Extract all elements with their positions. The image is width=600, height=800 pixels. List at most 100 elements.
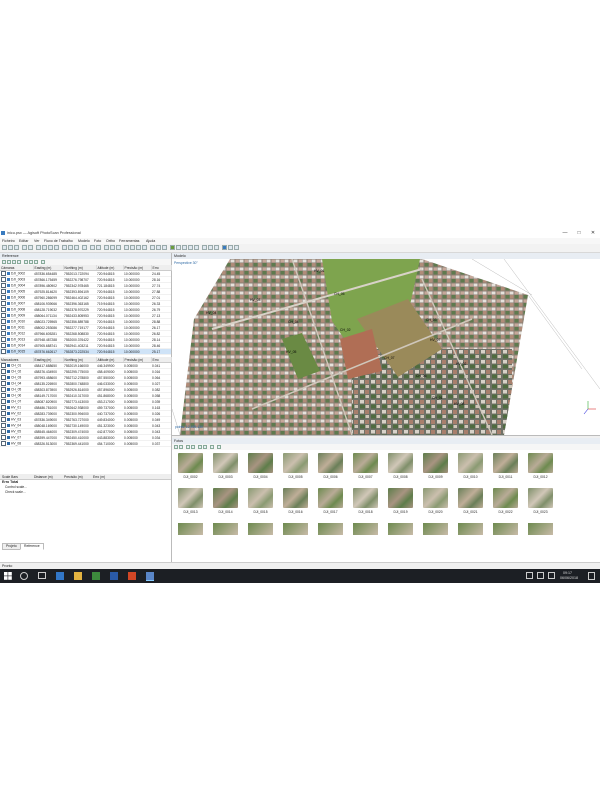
photo-thumbnail[interactable]: DJI_0006 xyxy=(316,453,345,480)
point-cloud-icon[interactable] xyxy=(124,245,129,250)
resize-region-icon[interactable] xyxy=(68,245,73,250)
menu-ortho[interactable]: Ortho xyxy=(106,239,115,243)
photo-thumbnail[interactable]: DJI_0018 xyxy=(351,488,380,515)
row-checkbox[interactable] xyxy=(1,381,6,386)
menu-tools[interactable]: Ferramentas xyxy=(119,239,139,243)
new-icon[interactable] xyxy=(2,245,7,250)
reset-view-icon[interactable] xyxy=(116,245,121,250)
menu-help[interactable]: Ajuda xyxy=(146,239,155,243)
marker-label[interactable]: CH_03 xyxy=(426,318,437,322)
photo-thumbnail-partial[interactable] xyxy=(248,523,273,535)
row-checkbox[interactable] xyxy=(1,387,6,392)
row-checkbox[interactable] xyxy=(1,363,6,368)
row-checkbox[interactable] xyxy=(1,417,6,422)
disable-icon[interactable] xyxy=(203,445,207,449)
photo-thumbnail[interactable]: DJI_0022 xyxy=(491,488,520,515)
photo-thumbnail[interactable]: DJI_0014 xyxy=(211,488,240,515)
chrome-icon[interactable] xyxy=(128,572,136,580)
row-checkbox[interactable] xyxy=(1,441,6,446)
green-marker-icon[interactable] xyxy=(170,245,175,250)
row-checkbox[interactable] xyxy=(1,283,6,288)
marker-label[interactable]: CH_07 xyxy=(384,356,395,360)
row-checkbox[interactable] xyxy=(1,423,6,428)
photo-thumbnail[interactable]: DJI_0003 xyxy=(211,453,240,480)
maximize-button[interactable]: □ xyxy=(574,230,584,237)
start-icon[interactable] xyxy=(4,572,12,580)
marker-row[interactable]: HV_08 458326.513000 7552369.441000 454.7100… xyxy=(0,440,171,447)
circle-select-icon[interactable] xyxy=(48,245,53,250)
row-checkbox[interactable] xyxy=(1,393,6,398)
view-errors-icon[interactable] xyxy=(34,260,38,264)
photo-thumbnail-partial[interactable] xyxy=(283,523,308,535)
close-button[interactable]: ✕ xyxy=(588,230,598,237)
row-checkbox[interactable] xyxy=(1,319,6,324)
check-scale-row[interactable]: Check scale... xyxy=(5,490,26,494)
photo-thumbnail[interactable]: DJI_0007 xyxy=(351,453,380,480)
row-checkbox[interactable] xyxy=(1,289,6,294)
crop-icon[interactable] xyxy=(96,245,101,250)
photo-thumbnail[interactable]: DJI_0013 xyxy=(176,488,205,515)
row-checkbox[interactable] xyxy=(1,349,6,354)
photo-thumbnail[interactable]: DJI_0017 xyxy=(316,488,345,515)
marker-label[interactable]: HV_08 xyxy=(454,402,464,406)
marker-label[interactable]: HV_07 xyxy=(430,338,440,342)
marker-label[interactable]: CH_02 xyxy=(340,328,351,332)
shaded-icon[interactable] xyxy=(228,245,233,250)
edge-icon[interactable] xyxy=(56,572,64,580)
row-checkbox[interactable] xyxy=(1,295,6,300)
menu-file[interactable]: Ficheiro xyxy=(2,239,15,243)
export-icon[interactable] xyxy=(7,260,11,264)
marker-label[interactable]: CH_01 xyxy=(432,396,443,400)
show-grid-icon[interactable] xyxy=(214,245,219,250)
row-checkbox[interactable] xyxy=(1,435,6,440)
menu-workflow[interactable]: Fluxo de Trabalho xyxy=(44,239,73,243)
row-checkbox[interactable] xyxy=(1,325,6,330)
photo-thumbnail[interactable]: DJI_0009 xyxy=(421,453,450,480)
photo-thumbnail[interactable]: DJI_0011 xyxy=(491,453,520,480)
photo-thumbnail[interactable]: DJI_0012 xyxy=(526,453,555,480)
ruler-icon[interactable] xyxy=(82,245,87,250)
row-checkbox[interactable] xyxy=(1,405,6,410)
row-checkbox[interactable] xyxy=(1,331,6,336)
file-explorer-icon[interactable] xyxy=(74,572,82,580)
show-info-icon[interactable] xyxy=(208,245,213,250)
photo-thumbnail[interactable]: DJI_0023 xyxy=(526,488,555,515)
model-viewport[interactable]: HV_01 CH_05 HV_03 HV_04 CH_04 CH_02 HV_0… xyxy=(172,259,600,435)
settings-icon[interactable] xyxy=(41,260,45,264)
show-trackball-icon[interactable] xyxy=(202,245,207,250)
navigation-icon[interactable] xyxy=(36,245,41,250)
volume-icon[interactable] xyxy=(537,572,544,579)
view-source-icon[interactable] xyxy=(24,260,28,264)
show-markers-icon[interactable] xyxy=(182,245,187,250)
marker-label[interactable]: CH_05 xyxy=(334,292,345,296)
clock-date[interactable]: 06/06/2018 xyxy=(560,576,578,580)
undo-icon[interactable] xyxy=(22,245,27,250)
marker-label[interactable]: HV_03 xyxy=(250,298,260,302)
row-checkbox[interactable] xyxy=(1,301,6,306)
optimize-icon[interactable] xyxy=(17,260,21,264)
menu-model[interactable]: Modelo xyxy=(78,239,90,243)
network-icon[interactable] xyxy=(526,572,533,579)
photo-thumbnail[interactable]: DJI_0021 xyxy=(456,488,485,515)
photo-thumbnail[interactable]: DJI_0005 xyxy=(281,453,310,480)
import-icon[interactable] xyxy=(2,260,6,264)
marker-label[interactable]: CH_06 xyxy=(416,374,427,378)
texture-icon[interactable] xyxy=(142,245,147,250)
photo-thumbnail-partial[interactable] xyxy=(493,523,518,535)
show-shapes-icon[interactable] xyxy=(188,245,193,250)
photo-thumbnail-partial[interactable] xyxy=(423,523,448,535)
photo-thumbnail-partial[interactable] xyxy=(178,523,203,535)
word-icon[interactable] xyxy=(110,572,118,580)
show-cameras-icon[interactable] xyxy=(176,245,181,250)
show-region-icon[interactable] xyxy=(194,245,199,250)
marker-label[interactable]: HV_02 xyxy=(456,362,466,366)
row-checkbox[interactable] xyxy=(1,399,6,404)
tiled-model-icon[interactable] xyxy=(150,245,155,250)
photo-thumbnail-partial[interactable] xyxy=(388,523,413,535)
move-region-icon[interactable] xyxy=(62,245,67,250)
solid-icon[interactable] xyxy=(234,245,239,250)
photo-thumbnail[interactable]: DJI_0008 xyxy=(386,453,415,480)
photo-thumbnail-partial[interactable] xyxy=(528,523,553,535)
row-checkbox[interactable] xyxy=(1,343,6,348)
reset-filter-icon[interactable] xyxy=(174,445,178,449)
